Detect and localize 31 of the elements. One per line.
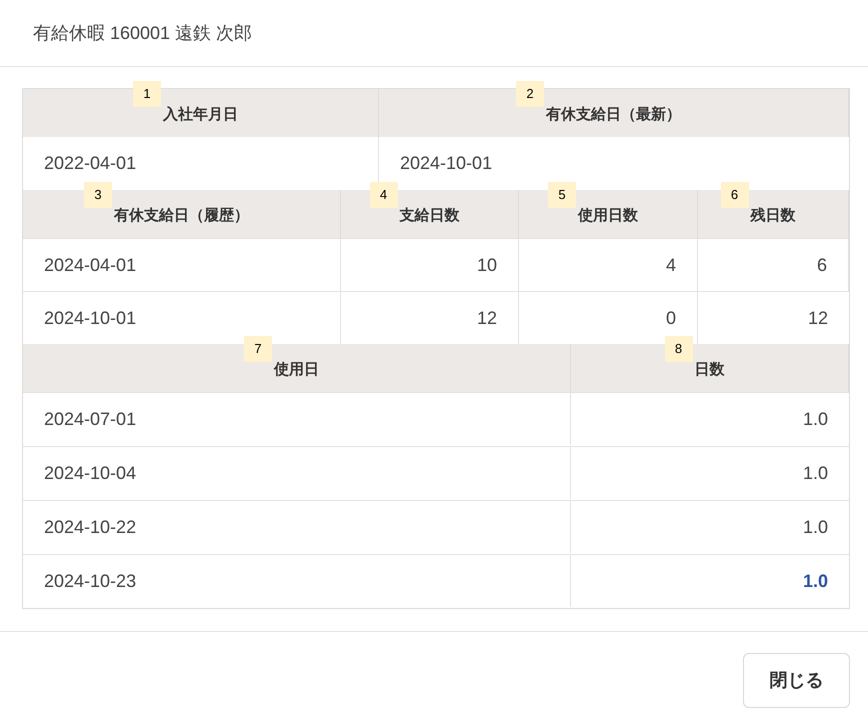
column-title: 日数: [694, 361, 724, 378]
number-badge: 5: [548, 182, 576, 208]
column-title: 有休支給日（履歴）: [114, 207, 249, 224]
table-cell: 1.0: [571, 500, 849, 554]
column-title: 使用日: [274, 361, 319, 378]
table-cell: 1.0: [571, 554, 849, 608]
table-cell: 2024-10-23: [23, 554, 571, 607]
number-badge: 2: [516, 81, 544, 107]
column-title: 有休支給日（最新）: [546, 106, 681, 123]
number-badge: 8: [664, 336, 692, 362]
number-badge: 3: [84, 182, 112, 208]
table-cell: 2024-04-01: [23, 238, 341, 291]
table-cell: 6: [698, 238, 849, 291]
column-title: 残日数: [750, 207, 796, 224]
column-title: 使用日数: [578, 207, 638, 224]
table-cell-text: 2024-10-01: [399, 152, 494, 175]
close-button[interactable]: 閉じる: [743, 653, 850, 708]
number-badge: 4: [370, 182, 398, 208]
column-title: 支給日数: [400, 207, 460, 224]
dialog-title: 有給休暇 160001 遠鉄 次郎: [33, 22, 252, 44]
column-title: 入社年月日: [163, 106, 238, 123]
table-cell: 10: [341, 238, 519, 291]
table-cell: 4: [519, 238, 698, 291]
table-cell: 1.0: [571, 392, 849, 446]
table-cell: 2024-07-01: [23, 392, 571, 445]
table-cell: 2024-10-22: [23, 500, 571, 553]
table-cell: 2024-10-04: [23, 446, 571, 499]
number-badge: 1: [133, 81, 161, 107]
number-badge: 7: [244, 336, 272, 362]
number-badge: 6: [720, 182, 748, 208]
table-cell: 1.0: [571, 446, 849, 500]
